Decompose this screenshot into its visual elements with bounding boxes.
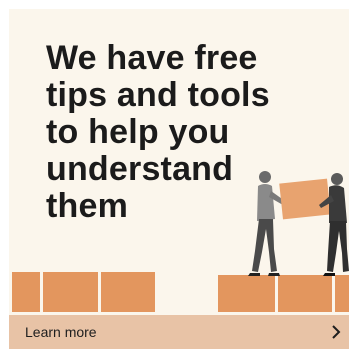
headline-line: them [46, 187, 129, 225]
chevron-right-icon[interactable] [331, 324, 341, 340]
ad-card[interactable]: We have free tips and tools to help you … [9, 9, 349, 349]
box [335, 275, 349, 312]
people-carrying-box-illustration [248, 171, 349, 276]
box [12, 272, 40, 312]
ad-headline: We have free tips and tools to help you … [46, 40, 270, 225]
stacked-boxes-right [218, 275, 349, 312]
learn-more-bar[interactable]: Learn more [9, 315, 349, 349]
stacked-boxes-left [12, 272, 155, 312]
learn-more-link[interactable]: Learn more [25, 324, 97, 340]
headline-line: understand [46, 150, 234, 188]
box [218, 275, 275, 312]
headline-line: tips and tools [46, 76, 270, 114]
headline-line: We have free [46, 39, 258, 77]
headline-line: to help you [46, 113, 230, 151]
box [101, 272, 155, 312]
box [43, 272, 98, 312]
box [278, 275, 332, 312]
